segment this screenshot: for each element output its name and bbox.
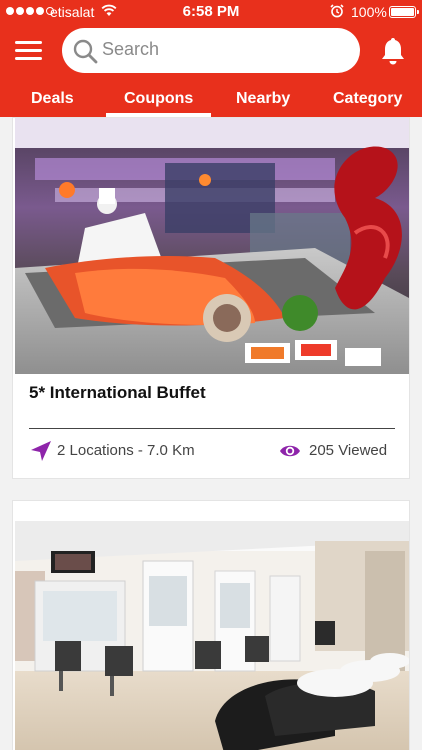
search-placeholder: Search	[102, 39, 160, 59]
battery-icon	[389, 6, 419, 18]
coupon-views: 205 Viewed	[309, 442, 388, 459]
tab-coupons[interactable]: Coupons	[124, 90, 193, 108]
app-header: etisalat 6:58 PM 100% Search Deals Coupo…	[0, 0, 422, 117]
alarm-icon	[330, 4, 344, 18]
buffet-image	[15, 118, 409, 374]
salon-image	[15, 521, 409, 750]
battery-percentage: 100%	[351, 4, 387, 20]
bell-icon[interactable]	[379, 36, 407, 66]
eye-icon	[280, 445, 300, 457]
coupon-title: 5* International Buffet	[29, 383, 206, 402]
tab-category[interactable]: Category	[333, 90, 402, 108]
tab-bar: Deals Coupons Nearby Category	[0, 86, 422, 117]
buffet-photo	[15, 118, 409, 374]
coupon-card[interactable]: 5* International Buffet 2 Locations - 7.…	[12, 117, 410, 479]
coupon-locations: 2 Locations - 7.0 Km	[57, 442, 195, 459]
location-arrow-icon	[31, 441, 51, 461]
menu-icon[interactable]	[15, 40, 42, 62]
tab-nearby[interactable]: Nearby	[236, 90, 290, 108]
status-bar: etisalat 6:58 PM 100%	[0, 0, 422, 24]
app-screen: etisalat 6:58 PM 100% Search Deals Coupo…	[0, 0, 422, 750]
salon-photo	[15, 521, 409, 750]
card-divider	[29, 428, 395, 429]
coupon-card[interactable]	[12, 500, 410, 750]
search-input[interactable]: Search	[62, 28, 360, 73]
tab-deals[interactable]: Deals	[31, 90, 74, 108]
search-icon	[73, 39, 98, 64]
